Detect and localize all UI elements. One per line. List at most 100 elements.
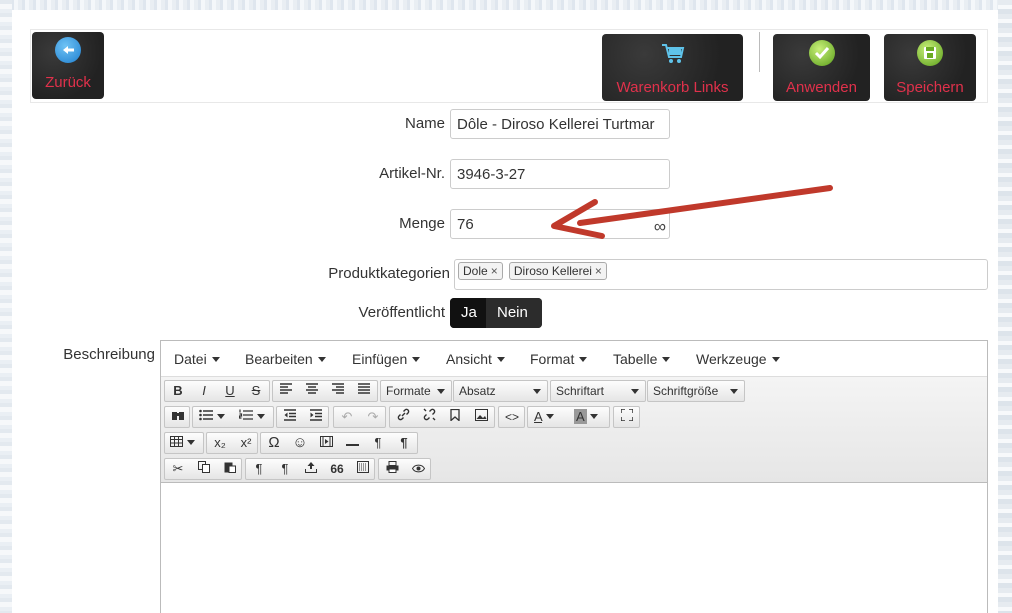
- binoculars-icon[interactable]: [165, 407, 191, 427]
- output-group: [378, 458, 431, 480]
- menu-label: Format: [530, 351, 575, 367]
- back-button[interactable]: Zurück: [32, 32, 104, 99]
- print-icon[interactable]: [379, 459, 405, 479]
- save-button[interactable]: Speichern: [884, 34, 976, 101]
- emoticons-button[interactable]: ☺: [287, 433, 313, 453]
- special-char-button[interactable]: Ω: [261, 433, 287, 453]
- annotation-arrow: [551, 185, 833, 239]
- toggle-no-label: Nein: [497, 304, 528, 321]
- cart-links-button[interactable]: Warenkorb Links: [602, 34, 743, 101]
- text-color-icon[interactable]: A: [528, 407, 568, 427]
- menu-label: Bearbeiten: [245, 351, 313, 367]
- bullet-list-icon[interactable]: [193, 407, 233, 427]
- block-group: ¶ ¶ 66: [245, 458, 375, 480]
- chevron-down-icon: [648, 381, 744, 401]
- subscript-button[interactable]: x₂: [207, 433, 233, 453]
- ltr-glyph: ¶: [374, 435, 382, 450]
- list-group: [192, 406, 274, 428]
- menu-label: Ansicht: [446, 351, 492, 367]
- indent-group: [276, 406, 329, 428]
- align-left-icon[interactable]: [273, 381, 299, 401]
- apply-label: Anwenden: [786, 79, 857, 96]
- paragraph-dropdown[interactable]: Absatz: [453, 380, 548, 402]
- visual-chars-button[interactable]: ¶: [272, 459, 298, 479]
- outdent-icon[interactable]: [277, 407, 303, 427]
- fullscreen-icon[interactable]: [614, 407, 640, 427]
- font-size-dropdown[interactable]: Schriftgröße: [647, 380, 745, 402]
- formats-dropdown[interactable]: Formate: [380, 380, 452, 402]
- menu-edit[interactable]: Bearbeiten: [245, 351, 326, 367]
- published-toggle[interactable]: Ja Nein: [450, 298, 542, 328]
- underline-button[interactable]: U: [217, 381, 243, 401]
- tag-remove-icon[interactable]: ×: [491, 264, 498, 278]
- undo-icon[interactable]: ↶: [334, 407, 360, 427]
- chevron-down-icon: [551, 381, 645, 401]
- superscript-button[interactable]: x²: [233, 433, 259, 453]
- menu-file[interactable]: Datei: [174, 351, 220, 367]
- menu-format[interactable]: Format: [530, 351, 588, 367]
- category-field[interactable]: Dole × Diroso Kellerei ×: [454, 259, 988, 290]
- rtl-icon[interactable]: ¶: [391, 433, 417, 453]
- insert-group: [389, 406, 495, 428]
- name-field[interactable]: Dôle - Diroso Kellerei Turtmar: [450, 109, 670, 139]
- page-edge-left: [0, 0, 12, 613]
- table-icon[interactable]: [165, 433, 203, 453]
- editor-content-area[interactable]: [161, 484, 987, 613]
- font-family-dropdown[interactable]: Schriftart: [550, 380, 646, 402]
- paste-icon[interactable]: [217, 459, 243, 479]
- media-icon[interactable]: [313, 433, 339, 453]
- align-justify-icon[interactable]: [351, 381, 377, 401]
- menu-label: Werkzeuge: [696, 351, 767, 367]
- image-icon[interactable]: [468, 407, 494, 427]
- apply-button[interactable]: Anwenden: [773, 34, 870, 101]
- align-center-icon[interactable]: [299, 381, 325, 401]
- horizontal-rule-icon[interactable]: [339, 433, 365, 453]
- category-tag: Dole ×: [458, 262, 503, 280]
- color-group: A A: [527, 406, 610, 428]
- history-group: ↶ ↷: [333, 406, 386, 428]
- indent-icon[interactable]: [303, 407, 329, 427]
- toolbar-divider: [759, 32, 760, 72]
- numbered-list-icon[interactable]: [233, 407, 273, 427]
- checkmark-icon: [808, 40, 835, 66]
- cut-icon[interactable]: ✂: [165, 459, 191, 479]
- category-tag-label: Dole: [463, 264, 488, 278]
- tag-remove-icon[interactable]: ×: [595, 264, 602, 278]
- upload-icon[interactable]: [298, 459, 324, 479]
- save-label: Speichern: [896, 79, 964, 96]
- italic-button[interactable]: I: [191, 381, 217, 401]
- link-icon[interactable]: [390, 407, 416, 427]
- align-right-icon[interactable]: [325, 381, 351, 401]
- back-arrow-icon: [55, 37, 81, 63]
- text-style-group: B I U S: [164, 380, 270, 402]
- paragraph-glyph: ¶: [255, 461, 263, 476]
- fullscreen-group: [613, 406, 640, 428]
- cart-icon: [660, 40, 686, 66]
- menu-insert[interactable]: Einfügen: [352, 351, 421, 367]
- page-edge-right: [998, 0, 1012, 613]
- bookmark-icon[interactable]: [442, 407, 468, 427]
- preview-icon[interactable]: [405, 459, 431, 479]
- description-label: Beschreibung: [63, 346, 155, 363]
- redo-icon[interactable]: ↷: [360, 407, 386, 427]
- paragraph-button[interactable]: ¶: [246, 459, 272, 479]
- template-icon[interactable]: [350, 459, 376, 479]
- rich-text-editor: Datei Bearbeiten Einfügen Ansicht Format…: [160, 340, 988, 613]
- category-label: Produktkategorien: [328, 265, 450, 282]
- menu-view[interactable]: Ansicht: [446, 351, 505, 367]
- published-label: Veröffentlicht: [358, 304, 445, 321]
- unlink-icon[interactable]: [416, 407, 442, 427]
- copy-icon[interactable]: [191, 459, 217, 479]
- ltr-icon[interactable]: ¶: [365, 433, 391, 453]
- code-icon[interactable]: <>: [499, 407, 525, 427]
- category-tag-label: Diroso Kellerei: [513, 264, 592, 278]
- strikethrough-button[interactable]: S: [243, 381, 269, 401]
- toggle-yes-label: Ja: [461, 304, 477, 321]
- find-group: [164, 406, 190, 428]
- background-color-icon[interactable]: A: [568, 407, 608, 427]
- blockquote-button[interactable]: 66: [324, 459, 350, 479]
- bold-button[interactable]: B: [165, 381, 191, 401]
- quantity-value: 76: [457, 216, 474, 233]
- menu-table[interactable]: Tabelle: [613, 351, 671, 367]
- menu-tools[interactable]: Werkzeuge: [696, 351, 780, 367]
